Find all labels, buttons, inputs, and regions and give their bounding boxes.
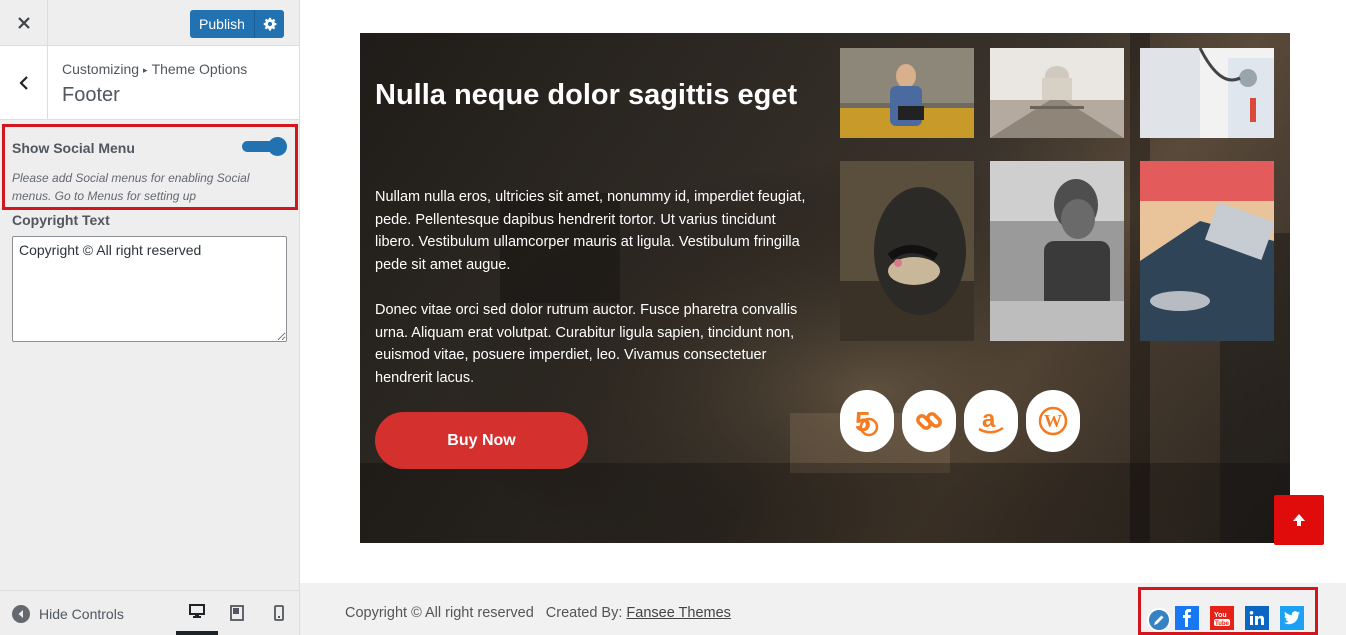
hero-title: Nulla neque dolor sagittis eget bbox=[375, 79, 798, 111]
gallery-image-bridge-cathedral[interactable] bbox=[990, 48, 1124, 138]
customizer-footer: Hide Controls bbox=[0, 590, 299, 635]
section-title: Footer bbox=[62, 84, 120, 106]
show-social-menu-toggle[interactable] bbox=[242, 137, 288, 156]
copyright-text-label: Copyright Text bbox=[12, 212, 110, 228]
scroll-to-top-button[interactable] bbox=[1274, 495, 1324, 545]
gallery-image-doctor-stethoscope[interactable] bbox=[1140, 48, 1274, 138]
gallery-image-person-typing-laptop[interactable] bbox=[1140, 161, 1274, 341]
gear-icon bbox=[263, 17, 276, 31]
desktop-icon bbox=[189, 604, 205, 618]
gallery-image-man-with-laptop[interactable] bbox=[840, 48, 974, 138]
preview-mobile-button[interactable] bbox=[258, 591, 300, 635]
footer-created-by-link[interactable]: Fansee Themes bbox=[626, 605, 731, 621]
customizer-header: Publish bbox=[0, 0, 299, 46]
close-customizer-button[interactable] bbox=[0, 0, 48, 46]
hide-controls-button[interactable]: Hide Controls bbox=[12, 605, 124, 623]
collapse-icon bbox=[12, 605, 30, 623]
wordpress-icon[interactable]: W bbox=[1026, 390, 1080, 452]
site-preview: Nulla neque dolor sagittis eget Nullam n… bbox=[300, 0, 1346, 635]
hide-controls-label: Hide Controls bbox=[39, 606, 124, 622]
facebook-icon[interactable] bbox=[1175, 606, 1199, 630]
breadcrumb: Customizing ▸ Theme Options bbox=[62, 61, 247, 77]
breadcrumb-root: Customizing bbox=[62, 61, 140, 77]
500px-icon[interactable]: 5 bbox=[840, 390, 894, 452]
preview-desktop-button[interactable] bbox=[176, 591, 218, 635]
publish-button[interactable]: Publish bbox=[190, 10, 284, 38]
close-icon bbox=[17, 17, 30, 29]
breadcrumb-parent: Theme Options bbox=[151, 61, 248, 77]
hero-section: Nulla neque dolor sagittis eget Nullam n… bbox=[360, 33, 1290, 543]
preview-tablet-button[interactable] bbox=[216, 591, 258, 635]
section-header: Customizing ▸ Theme Options Footer bbox=[0, 46, 299, 120]
customizer-sidebar: Publish Customizing ▸ Theme Options Footer… bbox=[0, 0, 300, 635]
gallery-image-old-man[interactable] bbox=[990, 161, 1124, 341]
copyright-text-field[interactable] bbox=[12, 236, 287, 342]
pencil-icon bbox=[1154, 615, 1164, 625]
hero-paragraph: Nullam nulla eros, ultricies sit amet, n… bbox=[375, 189, 806, 273]
show-social-menu-description: Please add Social menus for enabling Soc… bbox=[12, 171, 250, 203]
arrow-up-icon bbox=[1293, 514, 1305, 526]
amazon-icon[interactable]: a bbox=[964, 390, 1018, 452]
show-social-menu-control: Show Social Menu Please add Social menus… bbox=[2, 124, 298, 210]
twitter-icon[interactable] bbox=[1280, 606, 1304, 630]
publish-label: Publish bbox=[199, 16, 245, 32]
breadcrumb-arrow-icon: ▸ bbox=[143, 65, 148, 75]
gallery-image-snake[interactable] bbox=[840, 161, 974, 341]
youtube-icon[interactable]: You Tube bbox=[1210, 606, 1234, 630]
svg-text:a: a bbox=[982, 406, 996, 433]
tablet-icon bbox=[230, 605, 244, 621]
edit-shortcut-button[interactable] bbox=[1147, 608, 1171, 632]
chevron-left-icon bbox=[18, 75, 28, 90]
hero-paragraph: Donec vitae orci sed dolor rutrum auctor… bbox=[375, 302, 798, 386]
svg-text:You: You bbox=[1214, 612, 1227, 619]
back-button[interactable] bbox=[0, 46, 48, 119]
linkedin-icon[interactable] bbox=[1245, 606, 1269, 630]
mobile-icon bbox=[274, 605, 284, 621]
svg-text:Tube: Tube bbox=[1215, 621, 1230, 627]
svg-text:W: W bbox=[1044, 411, 1062, 431]
footer-created-by-label: Created By: bbox=[545, 605, 623, 621]
site-footer: Copyright © All right reserved Created By… bbox=[300, 583, 1346, 635]
footer-social-menu: You Tube bbox=[1138, 587, 1318, 635]
show-social-menu-label: Show Social Menu bbox=[12, 140, 135, 156]
link-icon[interactable] bbox=[902, 390, 956, 452]
buy-now-button[interactable]: Buy Now bbox=[375, 412, 588, 469]
footer-copyright: Copyright © All right reserved Created By… bbox=[345, 605, 731, 621]
footer-copyright-text: Copyright © All right reserved bbox=[345, 605, 534, 621]
publish-settings-button[interactable] bbox=[255, 17, 284, 31]
